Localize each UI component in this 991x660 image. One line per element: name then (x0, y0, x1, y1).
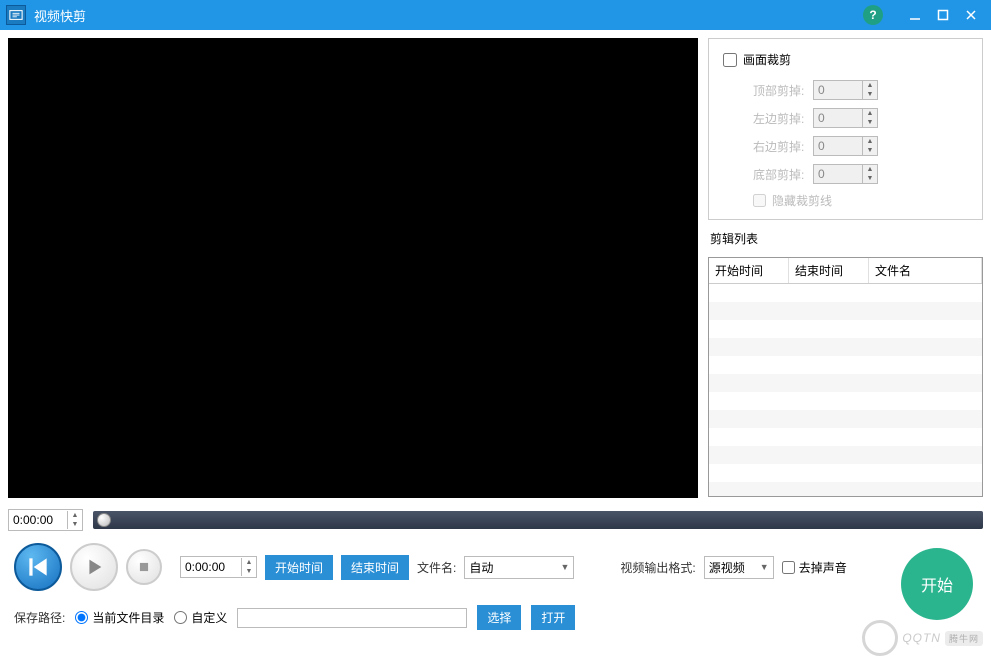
chevron-up-icon[interactable]: ▲ (863, 137, 877, 146)
chevron-down-icon[interactable]: ▼ (242, 567, 256, 576)
crop-right-label: 右边剪掉: (753, 138, 813, 155)
titlebar: 视频快剪 ? (0, 0, 991, 30)
crop-enable-checkbox[interactable] (723, 53, 737, 67)
clip-list-table[interactable]: 开始时间 结束时间 文件名 (708, 257, 983, 497)
clip-time-field[interactable]: ▲▼ (180, 556, 257, 578)
save-path-input[interactable] (237, 608, 467, 628)
filename-label: 文件名: (417, 559, 456, 576)
clip-list-header: 开始时间 结束时间 文件名 (709, 258, 982, 284)
chevron-up-icon[interactable]: ▲ (242, 558, 256, 567)
crop-panel-label: 画面裁剪 (743, 51, 791, 68)
col-end-time[interactable]: 结束时间 (789, 258, 869, 283)
open-folder-button[interactable]: 打开 (531, 605, 575, 630)
chevron-up-icon[interactable]: ▲ (68, 511, 82, 520)
app-title: 视频快剪 (34, 6, 86, 25)
hide-crop-lines-label: 隐藏裁剪线 (772, 192, 832, 209)
save-path-custom-label: 自定义 (191, 609, 227, 626)
chevron-down-icon[interactable]: ▼ (68, 520, 82, 529)
crop-bottom-input[interactable] (814, 165, 862, 183)
clip-list-title: 剪辑列表 (708, 230, 983, 247)
minimize-button[interactable] (901, 1, 929, 29)
current-time-input[interactable] (9, 510, 67, 530)
close-button[interactable] (957, 1, 985, 29)
crop-left-input[interactable] (814, 109, 862, 127)
hide-crop-lines-checkbox[interactable] (753, 194, 766, 207)
stop-button[interactable] (126, 549, 162, 585)
chevron-up-icon[interactable]: ▲ (863, 81, 877, 90)
app-icon (6, 5, 26, 25)
save-path-current-radio[interactable] (75, 611, 88, 624)
current-time-field[interactable]: ▲▼ (8, 509, 83, 531)
crop-top-spinner[interactable]: ▲▼ (813, 80, 878, 100)
output-format-value: 源视频 (709, 559, 745, 576)
crop-bottom-label: 底部剪掉: (753, 166, 813, 183)
rewind-button[interactable] (14, 543, 62, 591)
help-icon[interactable]: ? (863, 5, 883, 25)
chevron-down-icon[interactable]: ▼ (863, 118, 877, 127)
save-path-current-label: 当前文件目录 (92, 609, 164, 626)
remove-audio-label: 去掉声音 (799, 559, 847, 576)
crop-panel: 画面裁剪 顶部剪掉: ▲▼ 左边剪掉: ▲▼ 右边剪掉: (708, 38, 983, 220)
chevron-down-icon[interactable]: ▼ (863, 174, 877, 183)
set-start-time-button[interactable]: 开始时间 (265, 555, 333, 580)
crop-top-input[interactable] (814, 81, 862, 99)
col-filename[interactable]: 文件名 (869, 258, 982, 283)
chevron-up-icon[interactable]: ▲ (863, 165, 877, 174)
chevron-down-icon: ▼ (560, 562, 569, 572)
play-button[interactable] (70, 543, 118, 591)
save-path-label: 保存路径: (14, 609, 65, 626)
output-format-select[interactable]: 源视频 ▼ (704, 556, 774, 579)
crop-bottom-spinner[interactable]: ▲▼ (813, 164, 878, 184)
set-end-time-button[interactable]: 结束时间 (341, 555, 409, 580)
timeline-slider[interactable] (93, 511, 983, 529)
timeline-thumb[interactable] (97, 513, 111, 527)
clip-time-input[interactable] (181, 557, 241, 577)
remove-audio-checkbox[interactable] (782, 561, 795, 574)
col-start-time[interactable]: 开始时间 (709, 258, 789, 283)
output-format-label: 视频输出格式: (620, 559, 695, 576)
chevron-down-icon: ▼ (760, 562, 769, 572)
filename-value: 自动 (469, 559, 493, 576)
crop-left-label: 左边剪掉: (753, 110, 813, 127)
crop-right-spinner[interactable]: ▲▼ (813, 136, 878, 156)
crop-right-input[interactable] (814, 137, 862, 155)
crop-left-spinner[interactable]: ▲▼ (813, 108, 878, 128)
filename-select[interactable]: 自动 ▼ (464, 556, 574, 579)
browse-button[interactable]: 选择 (477, 605, 521, 630)
chevron-up-icon[interactable]: ▲ (863, 109, 877, 118)
video-preview[interactable] (8, 38, 698, 498)
save-path-custom-radio[interactable] (174, 611, 187, 624)
chevron-down-icon[interactable]: ▼ (863, 146, 877, 155)
clip-list-rows[interactable] (709, 284, 982, 496)
start-button[interactable]: 开始 (901, 548, 973, 620)
crop-top-label: 顶部剪掉: (753, 82, 813, 99)
maximize-button[interactable] (929, 1, 957, 29)
chevron-down-icon[interactable]: ▼ (863, 90, 877, 99)
